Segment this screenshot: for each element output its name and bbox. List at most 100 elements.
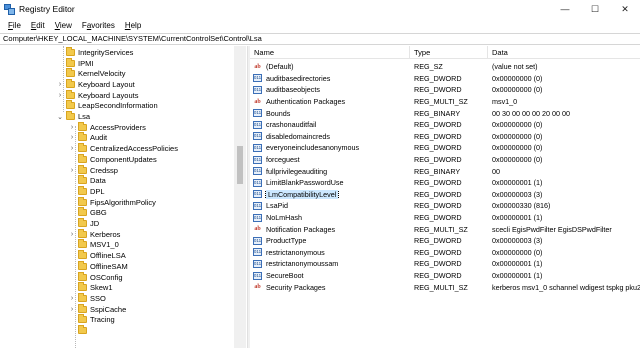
value-name: NoLmHash [266,213,302,223]
tree-key-lsa[interactable]: ⌄ Lsa [56,111,90,122]
tree-key-ipmi[interactable]: IPMI [56,57,93,69]
value-data: 0x00000330 (816) [492,201,551,211]
tree-key-sso[interactable]: › SSO [68,292,106,304]
expand-chevron-icon[interactable]: › [68,231,76,238]
value-row[interactable]: 011 fullprivilegeauditing REG_BINARY 00 [250,165,640,177]
value-row[interactable]: 011 restrictanonymoussam REG_DWORD 0x000000… [250,258,640,270]
value-row[interactable]: ab Authentication Packages REG_MULTI_SZ msv… [250,96,640,108]
value-row[interactable]: 011 disabledomaincreds REG_DWORD 0x00000000… [250,131,640,143]
value-name: Authentication Packages [266,97,346,107]
menu-label-part: elp [130,20,142,30]
tree-key-leapsecondinformation[interactable]: LeapSecondInformation [56,100,158,112]
value-data: 00 30 00 00 00 20 00 00 [492,108,570,118]
menu-view[interactable]: View [50,21,77,30]
folder-icon [78,303,87,313]
tree-key-tracing[interactable]: Tracing [68,314,115,326]
expand-chevron-icon[interactable]: › [68,134,76,141]
tree-key-osconfig[interactable]: OSConfig [68,271,123,283]
tree-key-keyboard-layout[interactable]: › Keyboard Layout [56,78,135,90]
tree-key-label: FipsAlgorithmPolicy [90,197,156,207]
title-bar: Registry Editor — ☐ ✕ [0,0,640,18]
value-row[interactable]: 011 restrictanonymous REG_DWORD 0x00000000 … [250,247,640,259]
value-data: 0x00000000 (0) [492,120,543,130]
tree-key-kerberos[interactable]: › Kerberos [68,228,121,240]
tree-key-componentupdates[interactable]: ComponentUpdates [68,153,157,165]
value-row[interactable]: 011 LmCompatibilityLevel REG_DWORD 0x000000… [250,189,640,201]
expand-chevron-icon[interactable]: › [68,124,76,131]
folder-icon [66,46,75,56]
menu-file[interactable]: File [3,21,26,30]
value-row[interactable]: 011 everyoneincludesanonymous REG_DWORD 0x0… [250,142,640,154]
tree-key-accessproviders[interactable]: › AccessProviders [68,121,146,133]
expand-chevron-icon[interactable]: › [56,81,64,88]
expand-chevron-icon[interactable]: › [56,92,64,99]
tree-key-sspicache[interactable]: › SspiCache [68,303,126,315]
scrollbar-thumb[interactable] [237,146,243,184]
menu-favorites[interactable]: Favorites [77,21,120,30]
value-row[interactable]: 011 Bounds REG_BINARY 00 30 00 00 00 20 00 … [250,107,640,119]
value-name-cell: 011 fullprivilegeauditing [250,167,410,176]
value-type: REG_DWORD [414,259,462,269]
tree-key-label: Kerberos [90,229,121,239]
value-row[interactable]: 011 forceguest REG_DWORD 0x00000000 (0) [250,154,640,166]
value-row[interactable]: 011 ProductType REG_DWORD 0x00000003 (3) [250,235,640,247]
folder-icon [78,292,87,302]
tree-key-offlinesam[interactable]: OfflineSAM [68,260,128,272]
binary-value-icon: 011 [253,190,262,199]
value-row[interactable]: 011 crashonauditfail REG_DWORD 0x00000000 (… [250,119,640,131]
tree-key-offlinelsa[interactable]: OfflineLSA [68,250,126,261]
value-name-cell: 011 ProductType [250,236,410,245]
collapse-chevron-icon[interactable]: ⌄ [56,113,64,121]
tree-key-credssp[interactable]: › Credssp [68,164,118,176]
value-data: scecli EgisPwdFilter EgisDSPwdFilter [492,224,612,234]
binary-value-icon: 011 [253,143,262,152]
value-data: msv1_0 [492,97,518,107]
tree-key-dpl[interactable]: DPL [68,185,105,197]
menu-label-part: ile [12,20,21,30]
tree-key-partial[interactable] [68,325,90,336]
address-bar[interactable]: Computer\HKEY_LOCAL_MACHINE\SYSTEM\Curre… [0,33,640,45]
value-row[interactable]: ab (Default) REG_SZ (value not set) [250,61,640,73]
tree-key-jd[interactable]: JD [68,218,99,229]
tree-key-gbg[interactable]: GBG [68,207,107,219]
close-button[interactable]: ✕ [610,0,640,18]
minimize-button[interactable]: — [550,0,580,18]
tree-key-skew1[interactable]: Skew1 [68,282,113,293]
tree-vertical-scrollbar[interactable] [234,46,246,348]
value-row[interactable]: 011 LimitBlankPasswordUse REG_DWORD 0x00000… [250,177,640,189]
value-row[interactable]: 011 NoLmHash REG_DWORD 0x00000001 (1) [250,212,640,224]
tree-key-fipsalgorithmpolicy[interactable]: FipsAlgorithmPolicy [68,196,156,208]
value-row[interactable]: ab Notification Packages REG_MULTI_SZ scecl… [250,223,640,235]
binary-value-icon: 011 [253,259,262,268]
value-row[interactable]: 011 auditbaseobjects REG_DWORD 0x00000000 (… [250,84,640,96]
value-name: everyoneincludesanonymous [266,143,360,153]
value-row[interactable]: 011 auditbasedirectories REG_DWORD 0x000000… [250,73,640,85]
column-header-type[interactable]: Type [410,46,488,58]
expand-chevron-icon[interactable]: › [68,167,76,174]
column-header-data[interactable]: Data [488,46,640,58]
menu-help[interactable]: Help [120,21,146,30]
tree-key-keyboard-layouts[interactable]: › Keyboard Layouts [56,89,138,101]
tree-key-label: Tracing [90,315,115,325]
column-header-name[interactable]: Name [250,46,410,58]
expand-chevron-icon[interactable]: › [68,145,76,152]
value-row[interactable]: 011 SecureBoot REG_DWORD 0x00000001 (1) [250,270,640,282]
value-name-cell: 011 LmCompatibilityLevel [250,189,410,199]
menu-edit[interactable]: Edit [26,21,50,30]
expand-chevron-icon[interactable]: › [68,306,76,313]
value-name: SecureBoot [266,271,304,281]
value-row[interactable]: 011 LsaPid REG_DWORD 0x00000330 (816) [250,200,640,212]
tree-key-label: Credssp [90,165,118,175]
value-name: restrictanonymoussam [266,259,339,269]
tree-key-audit[interactable]: › Audit [68,132,107,144]
tree-key-data[interactable]: Data [68,175,106,186]
menu-label-part: iew [59,20,72,30]
maximize-button[interactable]: ☐ [580,0,610,18]
tree-key-msv1-0[interactable]: MSV1_0 [68,239,119,251]
tree-key-label: LeapSecondInformation [78,101,158,111]
tree-key-centralizedaccesspolicies[interactable]: › CentralizedAccessPolicies [68,143,178,154]
tree-key-kernelvelocity[interactable]: KernelVelocity [56,68,126,79]
expand-chevron-icon[interactable]: › [68,295,76,302]
value-row[interactable]: ab Security Packages REG_MULTI_SZ kerberos … [250,281,640,293]
tree-key-integrityservices[interactable]: IntegrityServices [56,46,133,58]
